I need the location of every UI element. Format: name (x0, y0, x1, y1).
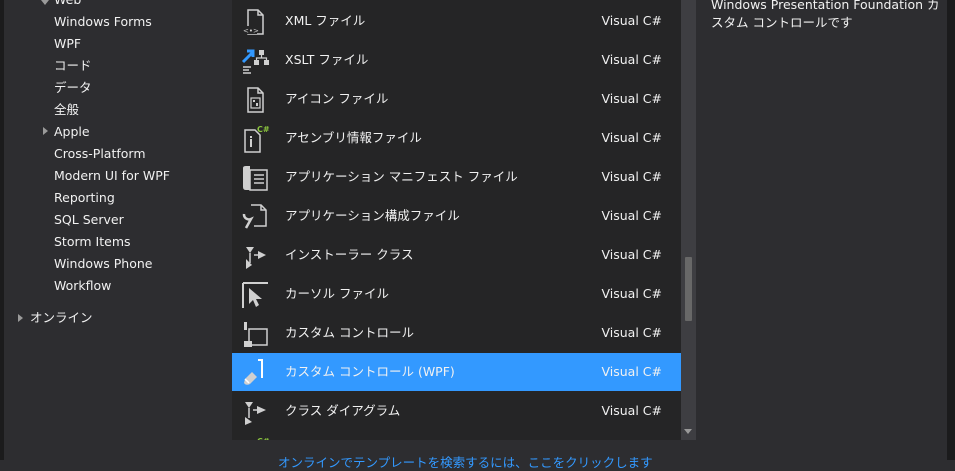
template-name: アプリケーション構成ファイル (285, 208, 460, 223)
installer-class-icon (246, 247, 266, 269)
tree-item-cross-platform[interactable]: Cross-Platform (54, 143, 146, 165)
wpf-custom-control-icon (244, 359, 263, 385)
template-language: Visual C# (601, 13, 663, 28)
template-row[interactable]: アイコン ファイル Visual C# (232, 80, 681, 118)
svg-text:C#: C# (257, 437, 270, 440)
template-row-partial[interactable]: C# (232, 431, 681, 440)
template-category-tree: Web Windows Forms WPF コード データ 全般 Apple C… (4, 0, 228, 460)
tree-item-web[interactable]: Web (54, 0, 81, 11)
template-name: カーソル ファイル (285, 286, 389, 301)
config-file-icon (242, 204, 267, 229)
template-row[interactable]: クラス ダイアグラム Visual C# (232, 392, 681, 430)
tree-item-reporting[interactable]: Reporting (54, 187, 115, 209)
tree-item-data[interactable]: データ (54, 77, 92, 99)
template-language: Visual C# (601, 403, 663, 418)
manifest-file-icon (243, 166, 268, 191)
template-name: アプリケーション マニフェスト ファイル (285, 169, 518, 184)
template-language: Visual C# (601, 325, 663, 340)
window-border-right (947, 0, 955, 460)
tree-item-windows-forms[interactable]: Windows Forms (54, 11, 152, 33)
template-description: Windows Presentation Foundation カスタム コント… (711, 0, 940, 30)
tree-item-online[interactable]: オンライン (30, 307, 93, 329)
template-language: Visual C# (601, 91, 663, 106)
tree-item-general[interactable]: 全般 (54, 99, 79, 121)
xml-file-icon: <•> (243, 9, 264, 35)
template-name: アセンブリ情報ファイル (285, 130, 422, 145)
template-name: クラス ダイアグラム (285, 403, 401, 418)
tree-item-code[interactable]: コード (54, 55, 92, 77)
cursor-file-icon (242, 282, 268, 308)
template-row[interactable]: カスタム コントロール Visual C# (232, 314, 681, 352)
template-row[interactable]: <•> XML ファイル Visual C# (232, 2, 681, 40)
template-row[interactable]: アプリケーション マニフェスト ファイル Visual C# (232, 158, 681, 196)
custom-control-icon (244, 322, 268, 347)
tree-item-sql-server[interactable]: SQL Server (54, 209, 124, 231)
template-language: Visual C# (601, 364, 663, 379)
template-name: カスタム コントロール (285, 325, 414, 340)
online-templates-link[interactable]: オンラインでテンプレートを検索するには、ここをクリックします (278, 452, 653, 471)
template-row[interactable]: C# アセンブリ情報ファイル Visual C# (232, 119, 681, 157)
svg-text:C#: C# (257, 125, 270, 134)
template-name: アイコン ファイル (285, 91, 389, 106)
expanded-arrow-icon[interactable] (41, 0, 49, 5)
scrollbar-thumb[interactable] (685, 257, 692, 321)
template-row[interactable]: アプリケーション構成ファイル Visual C# (232, 197, 681, 235)
svg-text:<•>: <•> (243, 27, 259, 35)
icon-file-icon (247, 87, 264, 113)
tree-item-storm-items[interactable]: Storm Items (54, 231, 131, 253)
template-language: Visual C# (601, 286, 663, 301)
tree-item-windows-phone[interactable]: Windows Phone (54, 253, 153, 275)
xslt-file-icon (241, 49, 269, 74)
template-language: Visual C# (601, 247, 663, 262)
class-diagram-icon (245, 402, 266, 425)
template-name: XML ファイル (285, 13, 366, 28)
template-language: Visual C# (601, 52, 663, 67)
collapsed-arrow-icon[interactable] (43, 127, 48, 135)
template-row-selected[interactable]: カスタム コントロール (WPF) Visual C# (232, 353, 681, 391)
template-language: Visual C# (601, 130, 663, 145)
tree-item-workflow[interactable]: Workflow (54, 275, 111, 297)
template-name: カスタム コントロール (WPF) (285, 364, 455, 379)
template-list: <•> XML ファイル Visual C# XSLT ファイル Visual … (232, 0, 681, 440)
template-language: Visual C# (601, 208, 663, 223)
assembly-info-icon: C# (244, 125, 270, 153)
tree-item-apple[interactable]: Apple (54, 121, 90, 143)
template-name: XSLT ファイル (285, 52, 369, 67)
tree-item-wpf[interactable]: WPF (54, 33, 81, 55)
tree-item-modern-ui[interactable]: Modern UI for WPF (54, 165, 170, 187)
template-language: Visual C# (601, 169, 663, 184)
scroll-down-arrow-icon[interactable] (684, 429, 692, 434)
template-row[interactable]: インストーラー クラス Visual C# (232, 236, 681, 274)
template-row[interactable]: XSLT ファイル Visual C# (232, 41, 681, 79)
file-icon: C# (257, 437, 270, 440)
template-name: インストーラー クラス (285, 247, 414, 262)
template-list-scrollbar[interactable] (681, 0, 696, 440)
collapsed-arrow-icon[interactable] (18, 314, 23, 322)
template-row[interactable]: カーソル ファイル Visual C# (232, 275, 681, 313)
